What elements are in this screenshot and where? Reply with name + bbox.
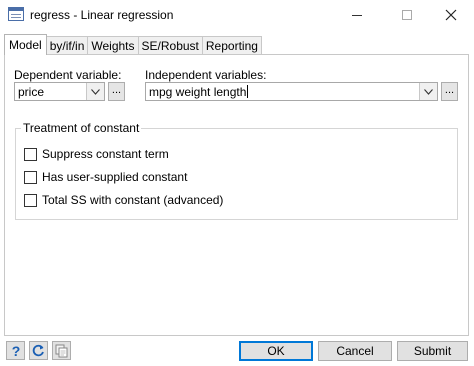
tab-se-robust[interactable]: SE/Robust (137, 36, 203, 55)
tab-model[interactable]: Model (4, 34, 47, 55)
user-supplied-constant-option[interactable]: Has user-supplied constant (24, 170, 187, 184)
close-button[interactable] (428, 0, 474, 30)
close-icon (445, 9, 457, 21)
independent-variables-input[interactable]: mpg weight length (149, 85, 249, 99)
independent-dropdown-button[interactable] (419, 83, 437, 100)
treatment-of-constant-group: Treatment of constant Suppress constant … (15, 121, 458, 220)
text-cursor (247, 85, 249, 98)
minimize-button[interactable] (334, 0, 380, 30)
title-bar: regress - Linear regression (0, 0, 474, 30)
dependent-browse-button[interactable]: ... (108, 82, 125, 101)
suppress-constant-label: Suppress constant term (42, 147, 169, 161)
total-ss-label: Total SS with constant (advanced) (42, 193, 224, 207)
app-window-icon (8, 7, 24, 21)
dependent-dropdown-button[interactable] (86, 83, 104, 100)
reset-button[interactable] (29, 341, 48, 360)
help-button[interactable]: ? (6, 341, 25, 360)
maximize-icon (402, 10, 412, 20)
user-supplied-constant-label: Has user-supplied constant (42, 170, 188, 184)
tab-by-if-in[interactable]: by/if/in (45, 36, 89, 55)
chevron-down-icon (424, 88, 433, 95)
dependent-variable-label: Dependent variable: (14, 68, 122, 82)
suppress-constant-checkbox[interactable] (24, 147, 37, 161)
dependent-variable-combo[interactable]: price (14, 82, 105, 101)
group-title: Treatment of constant (21, 121, 142, 135)
total-ss-option[interactable]: Total SS with constant (advanced) (24, 193, 223, 207)
window-title: regress - Linear regression (30, 8, 174, 22)
independent-variables-combo[interactable]: mpg weight length (145, 82, 438, 101)
dependent-variable-value: price (18, 85, 45, 99)
tab-strip: Model by/if/in Weights SE/Robust Reporti… (4, 34, 262, 55)
minimize-icon (352, 14, 362, 16)
ok-button[interactable]: OK (239, 341, 313, 361)
model-tab-panel: Dependent variable: price ... Independen… (4, 54, 469, 336)
suppress-constant-option[interactable]: Suppress constant term (24, 147, 169, 161)
independent-browse-button[interactable]: ... (441, 82, 458, 101)
svg-text:?: ? (11, 344, 20, 358)
independent-variables-label: Independent variables: (145, 68, 267, 82)
submit-button[interactable]: Submit (397, 341, 468, 361)
total-ss-checkbox[interactable] (24, 193, 37, 207)
tab-reporting[interactable]: Reporting (201, 36, 262, 55)
user-supplied-constant-checkbox[interactable] (24, 170, 37, 184)
copy-command-button[interactable] (52, 341, 71, 360)
cancel-button[interactable]: Cancel (318, 341, 392, 361)
copy-icon (55, 344, 68, 357)
tab-weights[interactable]: Weights (87, 36, 139, 55)
question-icon: ? (11, 344, 20, 358)
refresh-icon (32, 344, 44, 357)
maximize-button (384, 0, 430, 30)
chevron-down-icon (91, 88, 100, 95)
